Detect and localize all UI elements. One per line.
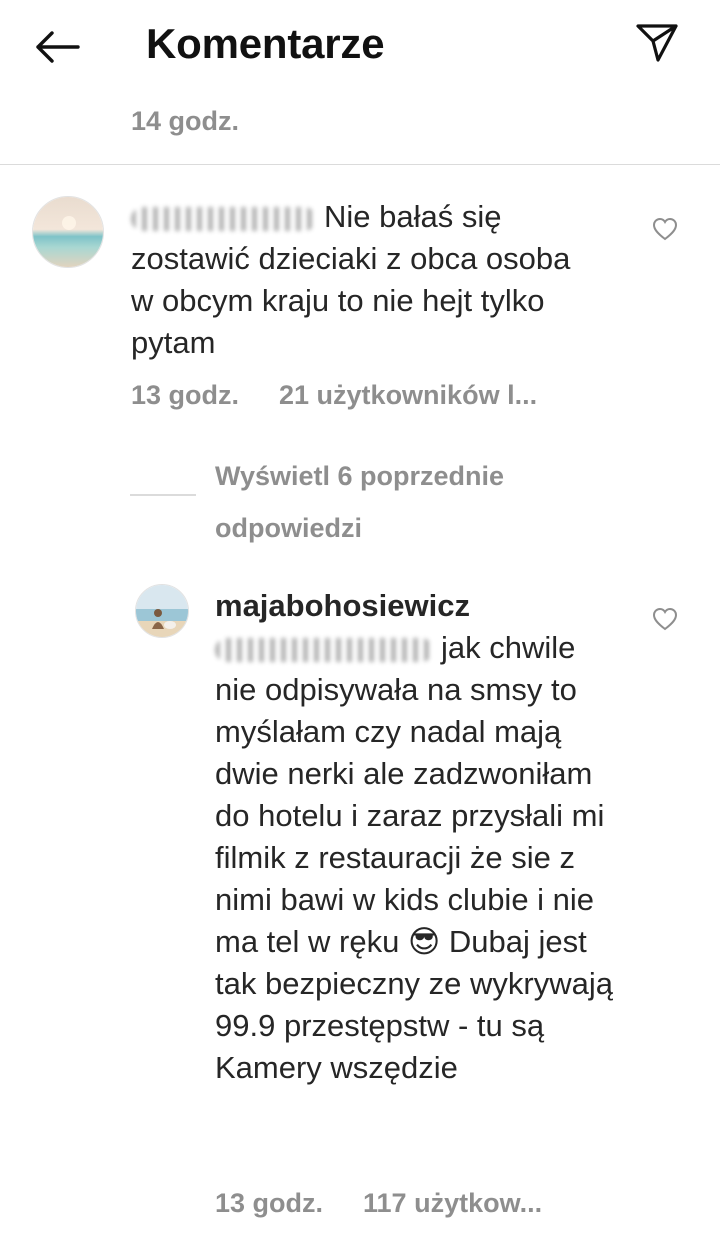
share-button[interactable] bbox=[630, 18, 684, 68]
avatar[interactable] bbox=[135, 584, 189, 638]
beach-avatar-image bbox=[33, 197, 103, 267]
back-button[interactable] bbox=[30, 22, 84, 72]
beach-avatar-image bbox=[136, 585, 188, 637]
heart-icon bbox=[652, 217, 678, 241]
avatar[interactable] bbox=[32, 196, 104, 268]
likes-count[interactable]: 117 użytkow... bbox=[363, 1188, 542, 1218]
username[interactable]: majabohosiewicz bbox=[215, 588, 470, 623]
page-title: Komentarze bbox=[146, 20, 385, 67]
likes-count[interactable]: 21 użytkowników l... bbox=[279, 380, 537, 410]
divider bbox=[0, 164, 720, 165]
reply-timestamp: 13 godz. bbox=[215, 1188, 324, 1218]
comment-meta: 13 godz. 21 użytkowników l... bbox=[131, 380, 537, 411]
replies-divider bbox=[130, 494, 196, 496]
arrow-left-icon bbox=[36, 31, 80, 63]
comment-text: Nie bałaś się zostawić dzieciaki z obca … bbox=[131, 199, 571, 360]
reply-text: jak chwile nie odpisywała na smsy to myś… bbox=[215, 630, 613, 1085]
paper-plane-icon bbox=[636, 24, 678, 62]
like-comment-button[interactable] bbox=[650, 214, 680, 244]
blurred-username[interactable] bbox=[131, 206, 316, 231]
header: Komentarze bbox=[0, 0, 720, 92]
view-previous-replies-button[interactable]: Wyświetl 6 poprzednie odpowiedzi bbox=[215, 450, 615, 554]
post-timestamp: 14 godz. bbox=[131, 106, 240, 136]
blurred-mention[interactable] bbox=[215, 637, 433, 662]
like-comment-button[interactable] bbox=[650, 604, 680, 634]
reply-username-line: majabohosiewicz bbox=[215, 585, 615, 627]
heart-icon bbox=[652, 607, 678, 631]
reply-meta: 13 godz. 117 użytkow... bbox=[215, 1188, 542, 1219]
comment-timestamp: 13 godz. bbox=[131, 380, 240, 410]
